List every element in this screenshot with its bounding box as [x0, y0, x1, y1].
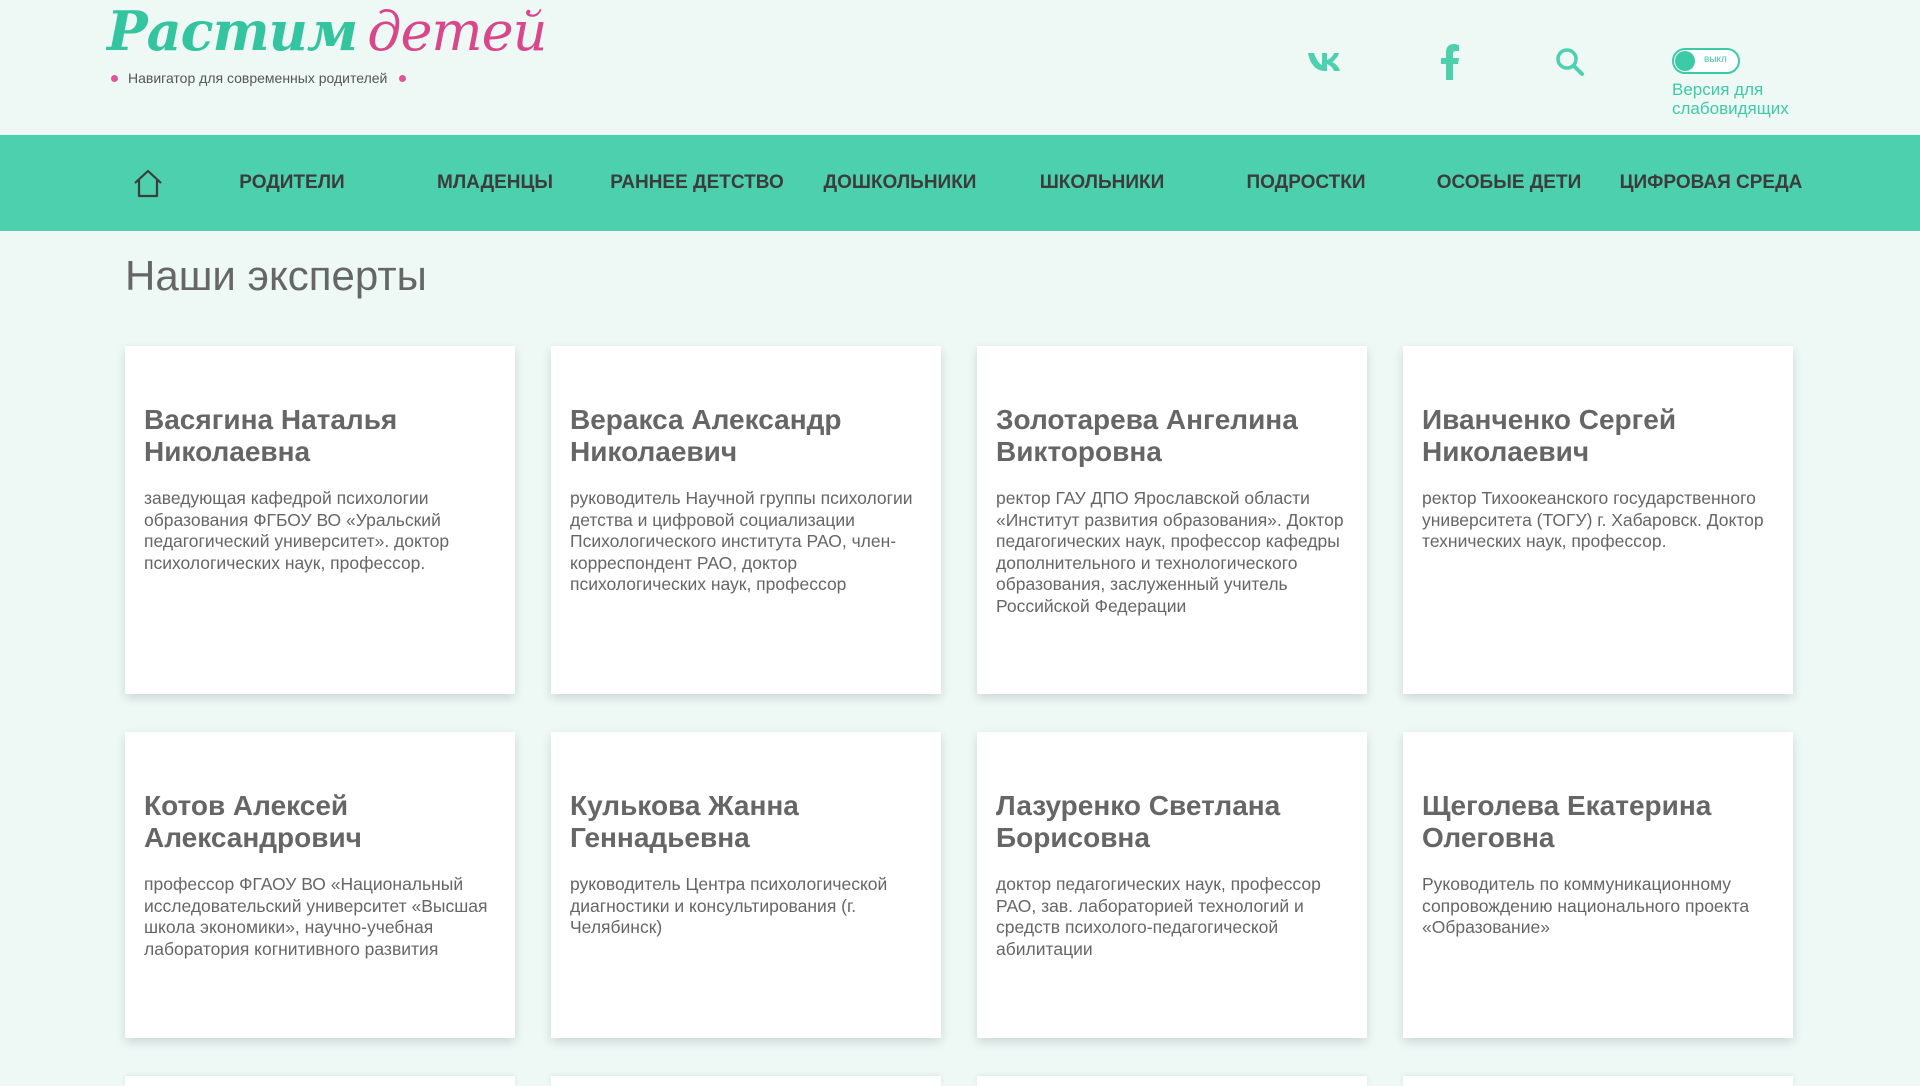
- expert-name: Золотарева Ангелина Викторовна: [996, 404, 1298, 467]
- nav-item-special-children[interactable]: ОСОБЫЕ ДЕТИ: [1437, 135, 1582, 231]
- expert-card[interactable]: Золотарева Ангелина Викторовна ректор ГА…: [977, 346, 1367, 694]
- expert-card[interactable]: Веракса Александр Николаевич руководител…: [551, 346, 941, 694]
- expert-description: профессор ФГАОУ ВО «Национальный исследо…: [144, 874, 488, 959]
- logo-dot-right: [399, 74, 407, 82]
- expert-name: Васягина Наталья Николаевна: [144, 404, 398, 467]
- expert-card-peek[interactable]: [551, 1076, 941, 1086]
- site-logo[interactable]: Растим детей Навигатор для современных ро…: [107, 0, 547, 100]
- accessibility-text: Версия для слабовидящих: [1672, 80, 1789, 118]
- expert-name: Щеголева Екатерина Олеговна: [1422, 790, 1712, 853]
- expert-description: доктор педагогических наук, профессор РА…: [996, 874, 1321, 959]
- expert-card-peek[interactable]: [125, 1076, 515, 1086]
- expert-description: заведующая кафедрой психологии образован…: [144, 488, 450, 573]
- expert-description: Руководитель по коммуникационному сопров…: [1422, 874, 1750, 937]
- search-icon[interactable]: [1548, 44, 1592, 80]
- nav-item-teenagers[interactable]: ПОДРОСТКИ: [1246, 135, 1365, 231]
- site-header: Растим детей Навигатор для современных ро…: [0, 0, 1920, 135]
- expert-name: Веракса Александр Николаевич: [570, 404, 842, 467]
- expert-card[interactable]: Васягина Наталья Николаевна заведующая к…: [125, 346, 515, 694]
- expert-card[interactable]: Щеголева Екатерина Олеговна Руководитель…: [1403, 732, 1793, 1038]
- expert-name: Лазуренко Светлана Борисовна: [996, 790, 1281, 853]
- experts-grid-row-1: Васягина Наталья Николаевна заведующая к…: [125, 346, 1795, 694]
- nav-item-infants[interactable]: МЛАДЕНЦЫ: [437, 135, 553, 231]
- logo-title: Растим детей: [107, 0, 547, 63]
- facebook-icon[interactable]: [1428, 44, 1472, 80]
- logo-title-part1: Растим: [107, 0, 358, 63]
- expert-description: руководитель Научной группы психологии д…: [570, 488, 913, 594]
- logo-title-part2: детей: [367, 0, 547, 63]
- expert-description: ректор Тихоокеанского государственного у…: [1422, 488, 1764, 551]
- expert-card[interactable]: Котов Алексей Александрович профессор ФГ…: [125, 732, 515, 1038]
- toggle-label: выкл: [1704, 54, 1727, 65]
- main-nav: РОДИТЕЛИ МЛАДЕНЦЫ РАННЕЕ ДЕТСТВО ДОШКОЛЬ…: [0, 135, 1920, 231]
- logo-subtitle: Навигатор для современных родителей: [107, 70, 407, 86]
- nav-item-schoolchildren[interactable]: ШКОЛЬНИКИ: [1040, 135, 1165, 231]
- expert-card[interactable]: Лазуренко Светлана Борисовна доктор педа…: [977, 732, 1367, 1038]
- expert-card-peek[interactable]: [977, 1076, 1367, 1086]
- nav-item-parents[interactable]: РОДИТЕЛИ: [239, 135, 344, 231]
- expert-name: Иванченко Сергей Николаевич: [1422, 404, 1677, 467]
- page-title: Наши эксперты: [125, 252, 427, 299]
- expert-name: Кулькова Жанна Геннадьевна: [570, 790, 799, 853]
- logo-dot-left: [111, 74, 118, 82]
- logo-subtitle-text: Навигатор для современных родителей: [128, 70, 388, 86]
- expert-card[interactable]: Кулькова Жанна Геннадьевна руководитель …: [551, 732, 941, 1038]
- nav-item-preschoolers[interactable]: ДОШКОЛЬНИКИ: [824, 135, 977, 231]
- experts-grid-row-2: Котов Алексей Александрович профессор ФГ…: [125, 732, 1795, 1038]
- vk-icon[interactable]: [1305, 44, 1349, 80]
- toggle-knob: [1675, 51, 1695, 71]
- nav-item-early-childhood[interactable]: РАННЕЕ ДЕТСТВО: [610, 135, 784, 231]
- home-icon[interactable]: [130, 165, 166, 201]
- accessibility-version[interactable]: выкл Версия для слабовидящих: [1672, 48, 1832, 118]
- accessibility-toggle[interactable]: выкл: [1672, 48, 1740, 74]
- expert-card[interactable]: Иванченко Сергей Николаевич ректор Тихоо…: [1403, 346, 1793, 694]
- expert-card-peek[interactable]: [1403, 1076, 1793, 1086]
- nav-item-digital-environment[interactable]: ЦИФРОВАЯ СРЕДА: [1620, 135, 1803, 231]
- expert-description: ректор ГАУ ДПО Ярославской области «Инст…: [996, 488, 1344, 616]
- expert-name: Котов Алексей Александрович: [144, 790, 362, 853]
- expert-description: руководитель Центра психологической диаг…: [570, 874, 888, 937]
